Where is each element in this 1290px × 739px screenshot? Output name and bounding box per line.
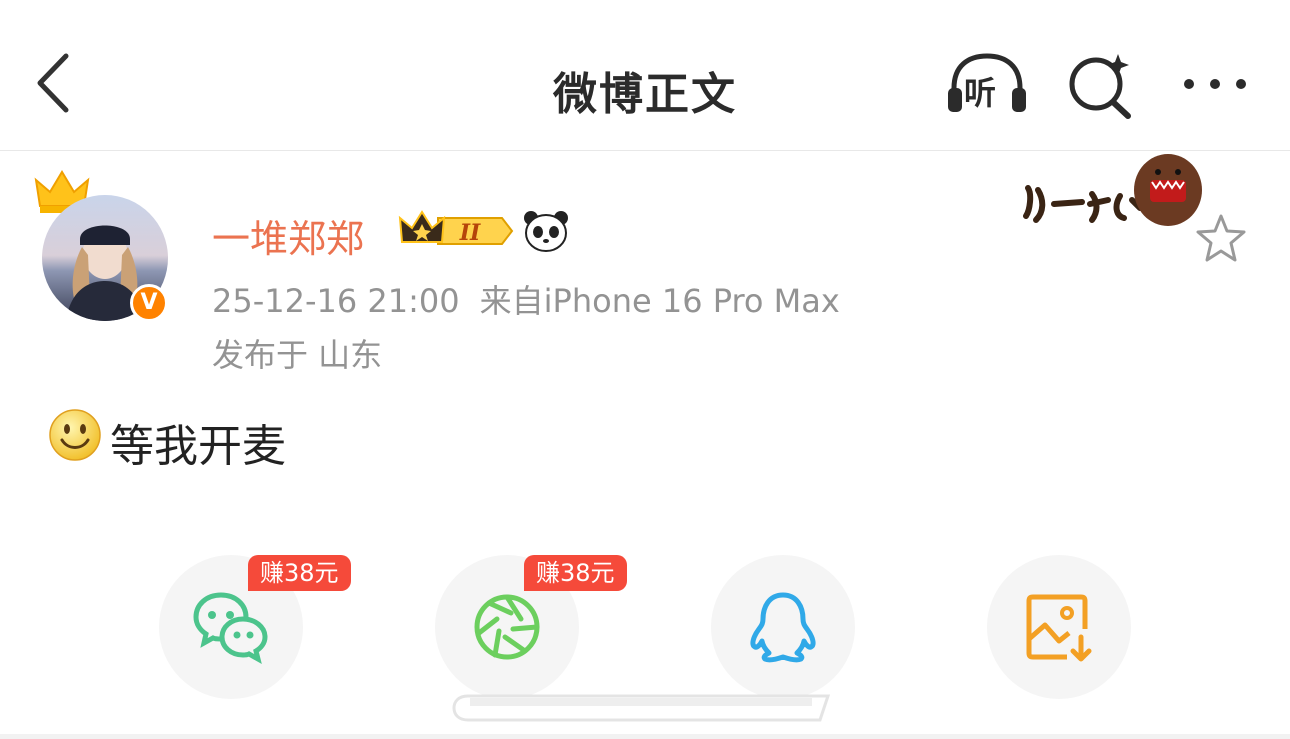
- save-image-button[interactable]: [987, 555, 1131, 699]
- reward-badge: 赚38元: [524, 555, 627, 591]
- post-location: 发布于 山东: [212, 336, 383, 374]
- listen-button[interactable]: 听: [944, 50, 1030, 116]
- bottom-divider: [0, 734, 1290, 739]
- domo-decoration-sticker-icon: [1023, 154, 1202, 226]
- post-meta: 25-12-16 21:00 来自iPhone 16 Pro Max: [212, 276, 840, 322]
- post-content: 等我开麦: [110, 421, 286, 472]
- panda-badge-icon: [524, 211, 568, 252]
- home-indicator: [452, 694, 831, 722]
- vip-crown-badge-icon[interactable]: II: [398, 210, 516, 252]
- save-image-icon: [1026, 594, 1092, 662]
- top-bar: 微博正文 听: [0, 0, 1290, 150]
- vip-level: II: [459, 220, 481, 246]
- post-source: 来自iPhone 16 Pro Max: [479, 282, 840, 320]
- timestamp: 25-12-16 21:00: [212, 282, 460, 320]
- verified-badge: V: [130, 284, 168, 322]
- wechat-icon: [193, 592, 268, 664]
- moments-shutter-icon: [474, 594, 540, 660]
- more-dots-icon[interactable]: [1180, 64, 1250, 104]
- qq-penguin-icon: [750, 592, 816, 663]
- share-qq-button[interactable]: [711, 555, 855, 699]
- smile-emoji-icon: [49, 409, 101, 461]
- ai-search-icon[interactable]: [1066, 50, 1136, 120]
- reward-badge: 赚38元: [248, 555, 351, 591]
- listen-label: 听: [964, 74, 997, 112]
- username[interactable]: 一堆郑郑: [212, 208, 364, 263]
- star-outline-icon[interactable]: [1194, 212, 1248, 264]
